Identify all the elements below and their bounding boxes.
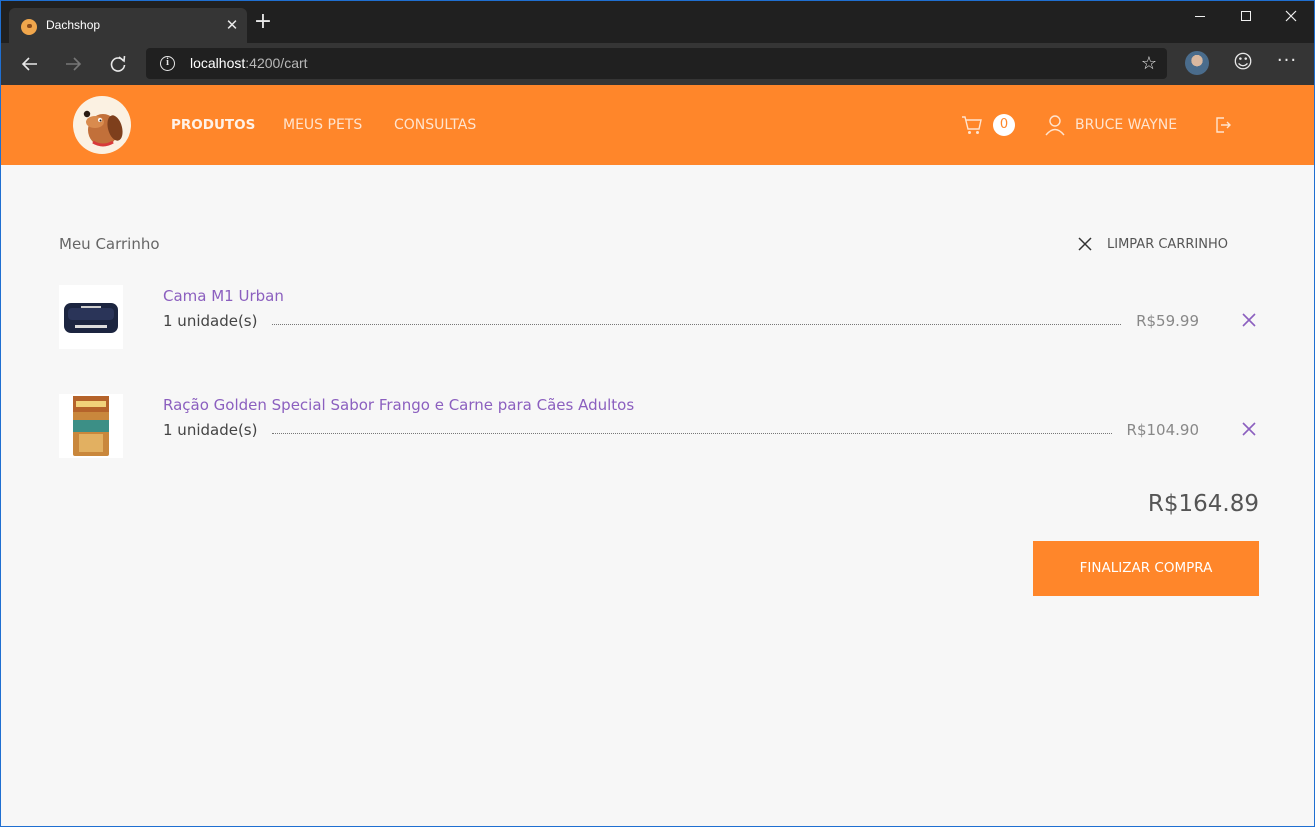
item-name[interactable]: Cama M1 Urban <box>163 287 284 305</box>
info-icon[interactable]: i <box>160 56 175 71</box>
back-arrow-icon[interactable] <box>16 50 44 78</box>
tab-title: Dachshop <box>46 18 101 32</box>
remove-item-icon[interactable] <box>1241 421 1257 437</box>
item-divider <box>272 324 1121 325</box>
forward-arrow-icon[interactable] <box>59 50 87 78</box>
item-divider <box>272 433 1112 434</box>
user-name[interactable]: BRUCE WAYNE <box>1075 117 1177 133</box>
nav-meus-pets[interactable]: MEUS PETS <box>283 117 362 133</box>
cart-item: Cama M1 Urban 1 unidade(s) R$59.99 <box>59 285 1259 349</box>
item-quantity: 1 unidade(s) <box>163 312 258 330</box>
dachshund-logo-icon[interactable] <box>73 96 131 154</box>
cart-total: R$164.89 <box>1147 491 1259 517</box>
nav-produtos[interactable]: PRODUTOS <box>171 117 255 133</box>
star-icon[interactable]: ☆ <box>1141 53 1157 74</box>
browser-window: Dachshop ✕ + i localhost:4200/cart ☆ ☺ ·… <box>0 0 1315 827</box>
maximize-icon[interactable] <box>1223 1 1269 31</box>
browser-tab[interactable]: Dachshop ✕ <box>9 8 247 43</box>
close-window-icon[interactable] <box>1268 1 1314 31</box>
new-tab-icon[interactable]: + <box>252 11 274 34</box>
address-bar[interactable]: i localhost:4200/cart ☆ <box>146 48 1167 79</box>
item-price: R$59.99 <box>1136 312 1199 330</box>
cart-item: Ração Golden Special Sabor Frango e Carn… <box>59 394 1259 458</box>
browser-titlebar: Dachshop ✕ + <box>1 1 1314 43</box>
url-text[interactable]: localhost:4200/cart <box>190 55 308 71</box>
page-title: Meu Carrinho <box>59 235 160 253</box>
reload-icon[interactable] <box>104 50 132 78</box>
cart-icon[interactable] <box>961 114 983 136</box>
emoji-icon[interactable]: ☺ <box>1231 50 1255 74</box>
item-price: R$104.90 <box>1126 421 1199 439</box>
nav-consultas[interactable]: CONSULTAS <box>394 117 476 133</box>
url-path: :4200/cart <box>245 55 308 71</box>
profile-avatar[interactable] <box>1185 51 1209 75</box>
close-icon <box>1077 236 1093 252</box>
favicon-icon <box>21 19 37 35</box>
product-image-racao <box>59 394 123 458</box>
tab-close-icon[interactable]: ✕ <box>223 16 241 34</box>
logout-icon[interactable] <box>1214 115 1232 135</box>
url-host: localhost <box>190 55 246 71</box>
checkout-button[interactable]: FINALIZAR COMPRA <box>1033 541 1259 596</box>
site-header: PRODUTOS MEUS PETS CONSULTAS 0 BRUCE WAY… <box>1 85 1314 165</box>
remove-item-icon[interactable] <box>1241 312 1257 328</box>
item-quantity: 1 unidade(s) <box>163 421 258 439</box>
minimize-icon[interactable] <box>1177 1 1223 31</box>
cart-count-badge[interactable]: 0 <box>993 114 1015 136</box>
clear-cart-label: LIMPAR CARRINHO <box>1107 237 1228 252</box>
user-icon[interactable] <box>1045 114 1065 136</box>
product-image-cama <box>59 285 123 349</box>
browser-toolbar: i localhost:4200/cart ☆ <box>1 43 1314 85</box>
item-name[interactable]: Ração Golden Special Sabor Frango e Carn… <box>163 396 634 414</box>
more-icon[interactable]: ··· <box>1275 50 1299 74</box>
